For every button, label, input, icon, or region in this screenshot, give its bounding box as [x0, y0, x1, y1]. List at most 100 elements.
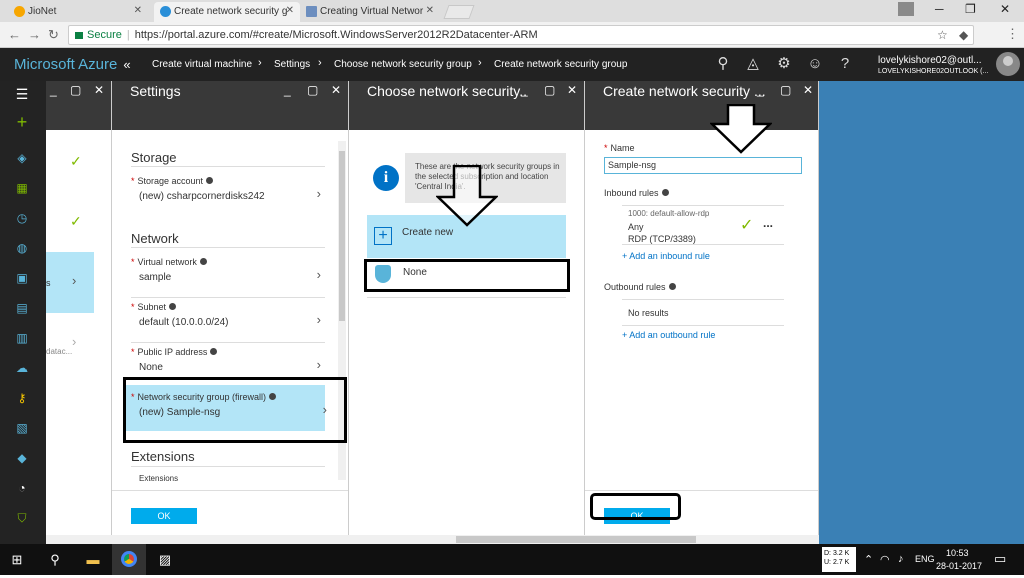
avatar[interactable] — [996, 52, 1020, 76]
virtual-network-field[interactable]: * Virtual network sample › — [131, 257, 325, 300]
clock-date[interactable]: 28-01-2017 — [936, 561, 982, 571]
search-icon[interactable]: ⚲ — [714, 55, 732, 73]
collapse-icon[interactable]: « — [123, 57, 130, 72]
close-icon[interactable]: ✕ — [426, 5, 434, 16]
maximize-icon[interactable]: ▢ — [307, 83, 318, 97]
extension-icon[interactable]: ◆ — [959, 28, 968, 42]
inbound-rule-row[interactable]: 1000: default-allow-rdp Any RDP (TCP/338… — [622, 205, 784, 245]
back-icon[interactable]: ← — [8, 27, 21, 42]
close-icon[interactable]: ✕ — [331, 83, 341, 97]
chevron-right-icon: › — [318, 57, 322, 69]
check-icon: ✓ — [70, 153, 82, 169]
new-plus-icon[interactable]: + — [13, 113, 31, 131]
dashboard-icon[interactable]: ▦ — [13, 179, 31, 197]
profile-icon[interactable] — [898, 2, 914, 16]
gear-icon[interactable]: ⚙ — [775, 55, 793, 73]
rule-name: 1000: default-allow-rdp — [628, 209, 710, 218]
storage-account-field[interactable]: * Storage account (new) csharpcornerdisks… — [131, 176, 325, 219]
key-icon[interactable]: ⚷ — [13, 389, 31, 407]
url-field[interactable]: Secure | https://portal.azure.com/#create/… — [68, 25, 974, 45]
sql-icon[interactable]: ▥ — [13, 329, 31, 347]
add-inbound-rule-link[interactable]: + Add an inbound rule — [622, 251, 710, 261]
notification-center-icon[interactable]: ▭ — [994, 551, 1006, 567]
step-settings-selected[interactable]: s › — [46, 252, 94, 313]
close-icon[interactable]: ✕ — [286, 5, 294, 16]
monitor-icon[interactable]: ▣ — [13, 269, 31, 287]
user-email: lovelykishore02@outl... — [878, 55, 982, 66]
search-icon[interactable]: ⚲ — [38, 544, 72, 575]
chevron-up-icon[interactable]: ⌃ — [864, 553, 873, 566]
more-icon[interactable]: ... — [763, 216, 773, 230]
tab-label: JioNet — [28, 6, 57, 17]
info-icon — [210, 348, 218, 355]
breadcrumb-create-vm[interactable]: Create virtual machine — [152, 59, 252, 70]
notification-bell-icon[interactable]: ◬ — [744, 55, 762, 73]
minimize-icon[interactable]: _ — [757, 83, 764, 97]
windows-start-icon[interactable]: ⊞ — [0, 544, 34, 575]
outbound-rules-list: No results — [622, 299, 784, 326]
name-label: * Name — [604, 143, 635, 153]
smiley-icon[interactable]: ☺ — [806, 55, 824, 73]
new-tab-button[interactable] — [443, 5, 475, 19]
name-input[interactable]: Sample-nsg — [604, 157, 802, 174]
field-value: (new) csharpcornerdisks242 — [139, 191, 265, 202]
cube-icon[interactable]: ◈ — [13, 149, 31, 167]
close-icon[interactable]: ✕ — [803, 83, 813, 97]
chrome-icon[interactable] — [112, 544, 146, 575]
maximize-icon[interactable]: ▢ — [780, 83, 791, 97]
globe-icon[interactable]: ◍ — [13, 239, 31, 257]
maximize-icon[interactable]: ▢ — [544, 83, 555, 97]
hamburger-icon[interactable]: ☰ — [13, 85, 31, 103]
divider — [131, 247, 325, 248]
close-icon[interactable]: ✕ — [567, 83, 577, 97]
shield-icon[interactable]: ⛉ — [13, 509, 31, 527]
clock-icon[interactable]: ◷ — [13, 209, 31, 227]
bookmark-star-icon[interactable]: ☆ — [937, 28, 948, 42]
language-indicator[interactable]: ENG — [915, 554, 935, 564]
close-icon[interactable]: ✕ — [94, 83, 104, 97]
step-summary[interactable]: datac... › — [46, 331, 94, 371]
menu-icon[interactable]: ⋮ — [1006, 26, 1019, 42]
minimize-icon[interactable]: _ — [50, 83, 57, 97]
volume-icon[interactable]: ♪ — [898, 553, 904, 565]
maximize-icon[interactable]: ❐ — [965, 2, 976, 16]
gauge-icon[interactable]: ◔ — [13, 479, 31, 497]
file-explorer-icon[interactable]: ▬ — [76, 544, 110, 575]
minimize-icon[interactable]: _ — [284, 83, 291, 97]
minimize-icon[interactable]: _ — [521, 83, 528, 97]
tab-create-nsg[interactable]: Create network security g ✕ — [154, 2, 300, 22]
tab-creating-vnet[interactable]: Creating Virtual Networ ✕ — [300, 2, 440, 22]
blade-header: Create network security ... _ ▢ ✕ — [585, 81, 818, 130]
left-nav: ☰ + ◈ ▦ ◷ ◍ ▣ ▤ ▥ ☁ ⚷ ▧ ◆ ◔ ⛉ — [0, 81, 46, 544]
close-icon[interactable]: ✕ — [134, 5, 142, 16]
breadcrumb-choose-nsg[interactable]: Choose network security group — [334, 59, 472, 70]
minimize-icon[interactable]: ─ — [935, 2, 944, 16]
extensions-field[interactable]: Extensions — [139, 474, 178, 483]
ok-button[interactable]: OK — [131, 508, 197, 524]
forward-icon[interactable]: → — [28, 27, 41, 42]
add-outbound-rule-link[interactable]: + Add an outbound rule — [622, 330, 715, 340]
photos-icon[interactable]: ▨ — [148, 544, 182, 575]
tab-label: Create network security g — [174, 6, 288, 17]
subnet-field[interactable]: * Subnet default (10.0.0.0/24) › — [131, 302, 325, 345]
info-icon — [661, 189, 669, 196]
diamond-icon[interactable]: ◆ — [13, 449, 31, 467]
horizontal-scrollbar[interactable] — [46, 535, 819, 544]
reload-icon[interactable]: ↻ — [48, 27, 59, 43]
tab-jionet[interactable]: JioNet ✕ — [8, 2, 148, 22]
storage-icon[interactable]: ▧ — [13, 419, 31, 437]
wifi-icon[interactable]: ◠ — [880, 553, 890, 566]
azure-brand[interactable]: Microsoft Azure « — [14, 56, 131, 73]
cloud-icon[interactable]: ☁ — [13, 359, 31, 377]
breadcrumb-settings[interactable]: Settings — [274, 59, 310, 70]
brand-text: Microsoft Azure — [14, 56, 118, 73]
breadcrumb-create-nsg[interactable]: Create network security group — [494, 59, 627, 70]
vm-icon[interactable]: ▤ — [13, 299, 31, 317]
user-account[interactable]: lovelykishore02@outl... LOVELYKISHORE02O… — [878, 55, 988, 77]
window-close-icon[interactable]: ✕ — [1000, 2, 1010, 16]
clock-time[interactable]: 10:53 — [946, 548, 969, 558]
down-arrow-annotation — [436, 165, 498, 227]
help-icon[interactable]: ? — [836, 55, 854, 73]
network-meter: D: 3.2 K U: 2.7 K — [822, 547, 856, 572]
maximize-icon[interactable]: ▢ — [70, 83, 81, 97]
